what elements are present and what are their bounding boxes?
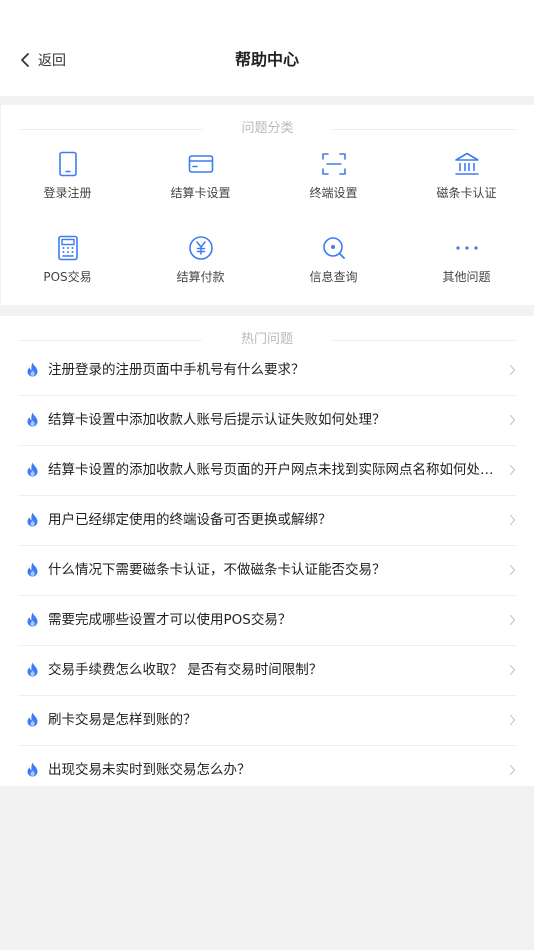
hot-question-row[interactable]: 结算卡设置中添加收款人账号后提示认证失败如何处理？ xyxy=(18,396,516,446)
page-title: 帮助中心 xyxy=(234,50,299,69)
category-item-info-query[interactable]: 信息查询 xyxy=(267,233,400,301)
category-item-pos-transaction[interactable]: POS交易 xyxy=(1,233,134,301)
category-section: 问题分类 登录注册 结算卡设置 终端设置 磁条卡认证 POS交易 结算付款 信息… xyxy=(1,105,534,305)
hot-question-text: 结算卡设置中添加收款人账号后提示认证失败如何处理？ xyxy=(48,412,386,428)
category-item-login-register[interactable]: 登录注册 xyxy=(1,149,134,217)
category-label: POS交易 xyxy=(43,270,92,284)
category-label: 其他问题 xyxy=(442,270,491,284)
flame-icon xyxy=(27,512,38,527)
category-item-settlement-payment[interactable]: 结算付款 xyxy=(134,233,267,301)
category-label: 登录注册 xyxy=(43,186,92,200)
scan-frame-icon xyxy=(319,149,349,179)
flame-icon xyxy=(27,762,38,777)
flame-icon xyxy=(27,362,38,377)
yuan-coin-icon xyxy=(186,233,216,263)
hot-question-text: 结算卡设置的添加收款人账号页面的开户网点未找到实际网点名称如何处理？ xyxy=(48,462,494,478)
pos-terminal-icon xyxy=(53,233,83,263)
flame-icon xyxy=(27,462,38,477)
hot-question-text: 需要完成哪些设置才可以使用POS交易？ xyxy=(48,612,292,628)
chevron-right-icon xyxy=(509,714,516,726)
chevron-right-icon xyxy=(509,464,516,476)
flame-icon xyxy=(27,662,38,677)
hot-question-row[interactable]: 出现交易未实时到账交易怎么办？ xyxy=(18,746,516,795)
flame-icon xyxy=(27,562,38,577)
chevron-right-icon xyxy=(509,414,516,426)
hot-question-row[interactable]: 注册登录的注册页面中手机号有什么要求？ xyxy=(18,346,516,396)
more-dots-icon xyxy=(452,233,482,263)
hot-question-text: 出现交易未实时到账交易怎么办？ xyxy=(48,762,251,778)
hot-question-text: 注册登录的注册页面中手机号有什么要求？ xyxy=(48,362,305,378)
category-item-other-questions[interactable]: 其他问题 xyxy=(400,233,533,301)
hot-question-row[interactable]: 什么情况下需要磁条卡认证，不做磁条卡认证能否交易？ xyxy=(18,546,516,596)
phone-icon xyxy=(53,149,83,179)
divider-line xyxy=(332,340,516,341)
chevron-right-icon xyxy=(509,764,516,776)
chevron-right-icon xyxy=(509,514,516,526)
hot-question-row[interactable]: 用户已经绑定使用的终端设备可否更换或解绑？ xyxy=(18,496,516,546)
flame-icon xyxy=(27,712,38,727)
hot-question-text: 用户已经绑定使用的终端设备可否更换或解绑？ xyxy=(48,512,332,528)
chevron-right-icon xyxy=(509,664,516,676)
bank-card-icon xyxy=(186,149,216,179)
hot-question-row[interactable]: 结算卡设置的添加收款人账号页面的开户网点未找到实际网点名称如何处理？ xyxy=(18,446,516,496)
search-icon xyxy=(319,233,349,263)
flame-icon xyxy=(27,612,38,627)
hot-question-text: 什么情况下需要磁条卡认证，不做磁条卡认证能否交易？ xyxy=(48,562,386,578)
hot-question-row[interactable]: 交易手续费怎么收取？ 是否有交易时间限制？ xyxy=(18,646,516,696)
bank-building-icon xyxy=(452,149,482,179)
category-label: 结算付款 xyxy=(176,270,225,284)
category-item-settlement-card[interactable]: 结算卡设置 xyxy=(134,149,267,217)
hot-question-row[interactable]: 刷卡交易是怎样到账的？ xyxy=(18,696,516,746)
category-item-magnetic-card-auth[interactable]: 磁条卡认证 xyxy=(400,149,533,217)
header-bar: 返回 帮助中心 xyxy=(0,0,534,96)
category-label: 结算卡设置 xyxy=(170,186,231,200)
category-label: 信息查询 xyxy=(309,270,358,284)
chevron-right-icon xyxy=(509,364,516,376)
flame-icon xyxy=(27,412,38,427)
hot-question-text: 刷卡交易是怎样到账的？ xyxy=(48,712,197,728)
category-item-terminal-settings[interactable]: 终端设置 xyxy=(267,149,400,217)
chevron-right-icon xyxy=(509,564,516,576)
category-label: 磁条卡认证 xyxy=(436,186,497,200)
category-label: 终端设置 xyxy=(309,186,358,200)
category-grid: 登录注册 结算卡设置 终端设置 磁条卡认证 POS交易 结算付款 信息查询 其他… xyxy=(1,149,534,299)
hot-questions-list: 注册登录的注册页面中手机号有什么要求？ 结算卡设置中添加收款人账号后提示认证失败… xyxy=(18,346,516,795)
category-section-header: 问题分类 xyxy=(19,121,516,137)
hot-questions-section: 热门问题 注册登录的注册页面中手机号有什么要求？ 结算卡设置中添加收款人账号后提… xyxy=(0,316,534,786)
divider-line xyxy=(332,129,516,130)
hot-question-text: 交易手续费怎么收取？ 是否有交易时间限制？ xyxy=(48,662,323,678)
chevron-right-icon xyxy=(509,614,516,626)
hot-question-row[interactable]: 需要完成哪些设置才可以使用POS交易？ xyxy=(18,596,516,646)
